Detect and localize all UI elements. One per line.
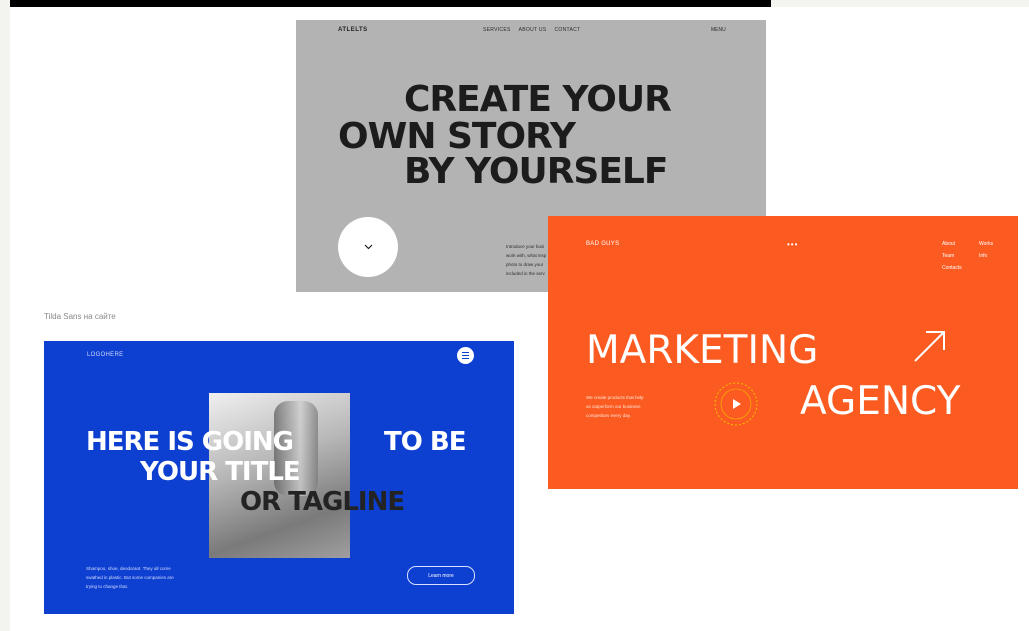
orange-nav-info[interactable]: Info bbox=[979, 250, 993, 262]
blue-tagline: OR TAGLINE bbox=[240, 487, 405, 517]
orange-para-line: competitors every day. bbox=[586, 413, 631, 418]
orange-paragraph: We create products that help us outperfo… bbox=[586, 393, 643, 420]
orange-para-line: We create products that help bbox=[586, 395, 644, 400]
top-black-bar bbox=[10, 0, 771, 7]
gray-nav-contact[interactable]: CONTACT bbox=[554, 27, 580, 33]
gray-menu-link[interactable]: MENU bbox=[711, 27, 726, 33]
blue-site-preview: LOGOHERE HERE IS GOING TO BE YOUR TITLE … bbox=[44, 341, 514, 614]
gray-headline-line-1: CREATE YOUR bbox=[404, 79, 672, 120]
scroll-down-button[interactable] bbox=[338, 217, 398, 277]
gray-headline-line-3: BY YOURSELF bbox=[404, 151, 668, 192]
gray-nav: SERVICES ABOUT US CONTACT bbox=[483, 27, 580, 33]
blue-title-line-2: YOUR TITLE bbox=[140, 457, 301, 487]
orange-para-line: us outperform our business bbox=[586, 404, 641, 409]
blue-para-line: swathed in plastic. But some companies a… bbox=[86, 575, 174, 580]
blue-paragraph: Shampoo, shoe, deodorant. They all come … bbox=[86, 564, 174, 591]
orange-headline-line-2: AGENCY bbox=[800, 379, 961, 424]
chevron-down-icon bbox=[364, 244, 372, 250]
blue-para-line: Shampoo, shoe, deodorant. They all come bbox=[86, 566, 171, 571]
arrow-up-right-icon bbox=[914, 331, 945, 362]
blue-para-line: trying to change that. bbox=[86, 584, 129, 589]
orange-headline-line-1: MARKETING bbox=[586, 328, 819, 373]
play-button[interactable] bbox=[711, 379, 761, 429]
blue-title-line-1b: TO BE bbox=[384, 427, 466, 457]
orange-nav-team[interactable]: Team bbox=[942, 250, 962, 262]
orange-nav-works[interactable]: Works bbox=[979, 238, 993, 250]
orange-nav-contacts[interactable]: Contacts bbox=[942, 262, 962, 274]
orange-logo[interactable]: BAD GUYS bbox=[586, 241, 619, 247]
learn-more-button[interactable]: Learn more bbox=[407, 566, 475, 585]
orange-nav-col-2: Works Info bbox=[979, 238, 993, 262]
blue-title-line-1: HERE IS GOING bbox=[86, 427, 294, 457]
font-caption: Tilda Sans на сайте bbox=[44, 312, 116, 321]
dots-menu-icon[interactable]: ••• bbox=[787, 240, 798, 249]
orange-nav-col-1: About Team Contacts bbox=[942, 238, 962, 274]
orange-site-preview: BAD GUYS ••• About Team Contacts Works I… bbox=[548, 216, 1018, 489]
gray-nav-services[interactable]: SERVICES bbox=[483, 27, 511, 33]
orange-nav-about[interactable]: About bbox=[942, 238, 962, 250]
blue-logo[interactable]: LOGOHERE bbox=[87, 352, 123, 358]
gray-logo[interactable]: ATLELTS bbox=[338, 27, 368, 33]
hamburger-menu-icon[interactable] bbox=[457, 347, 474, 364]
gray-headline-line-2: OWN STORY bbox=[338, 116, 576, 157]
gray-nav-about[interactable]: ABOUT US bbox=[519, 27, 547, 33]
